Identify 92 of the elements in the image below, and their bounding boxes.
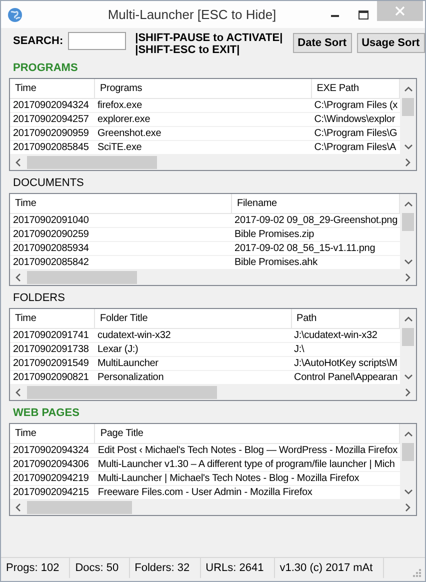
scroll-thumb[interactable] xyxy=(27,501,132,514)
down-chevron-icon[interactable] xyxy=(404,372,412,381)
down-chevron-icon[interactable] xyxy=(404,257,412,266)
list-cell[interactable]: 20170902085934 xyxy=(10,242,232,256)
column-header[interactable]: EXE Path xyxy=(311,79,400,98)
list-cell[interactable]: 2017-09-02 09_08_29-Greenshot.png xyxy=(232,214,400,228)
down-chevron-icon[interactable] xyxy=(404,487,412,496)
list-cell[interactable]: 20170902091741 xyxy=(10,328,94,342)
status-panel: Docs: 50 xyxy=(70,558,130,578)
list-cell[interactable]: 20170902091738 xyxy=(10,342,94,356)
list-cell[interactable]: J:\AutoHotKey scripts\M xyxy=(291,356,400,370)
list-cell[interactable]: 20170902094306 xyxy=(10,458,95,472)
window-title: Multi-Launcher [ESC to Hide] xyxy=(106,7,278,22)
up-chevron-icon[interactable] xyxy=(404,430,412,439)
vertical-scrollbar[interactable] xyxy=(400,194,416,270)
column-header[interactable]: Filename xyxy=(232,194,400,214)
list-cell[interactable]: J:\cudatext-win-x32 xyxy=(291,328,400,342)
list-cell[interactable]: C:\Windows\explor xyxy=(311,112,400,126)
list-cell[interactable]: J:\ xyxy=(291,342,400,356)
horizontal-scrollbar[interactable] xyxy=(10,385,416,400)
list-cell[interactable]: C:\Program Files\G xyxy=(311,126,400,140)
column-header[interactable]: Time xyxy=(10,309,94,328)
down-chevron-icon[interactable] xyxy=(404,142,412,151)
column-header[interactable]: Folder Title xyxy=(94,309,292,328)
list-cell[interactable]: Multi-Launcher | Michael's Tech Notes - Blog - Mozilla Firefox xyxy=(94,472,400,486)
right-chevron-icon[interactable] xyxy=(403,158,412,167)
list-cell[interactable]: 20170902094257 xyxy=(10,112,94,126)
maximize-icon xyxy=(358,10,368,20)
list-cell[interactable]: C:\Program Files (x xyxy=(311,98,400,112)
list-cell[interactable]: 20170902090259 xyxy=(10,228,232,242)
left-chevron-icon[interactable] xyxy=(14,158,23,167)
search-label: SEARCH: xyxy=(13,35,64,47)
column-header[interactable]: Page Title xyxy=(94,424,400,444)
list-cell[interactable]: firefox.exe xyxy=(94,98,312,112)
status-panel: URLs: 2641 xyxy=(200,558,275,578)
section-heading: PROGRAMS xyxy=(12,61,79,76)
list-cell[interactable]: Lexar (J:) xyxy=(94,342,292,356)
list-cell[interactable]: 20170902094219 xyxy=(10,472,95,486)
up-chevron-icon[interactable] xyxy=(404,315,412,324)
scroll-thumb[interactable] xyxy=(27,271,137,284)
up-chevron-icon[interactable] xyxy=(404,85,412,94)
close-icon xyxy=(395,6,405,16)
list-cell[interactable]: 20170902091549 xyxy=(10,356,94,370)
list-cell[interactable]: 2017-09-02 08_56_15-v1.11.png xyxy=(232,242,400,256)
horizontal-scrollbar[interactable] xyxy=(10,270,416,285)
section-heading: FOLDERS xyxy=(12,291,66,306)
hotkey-hint: |SHIFT-PAUSE to ACTIVATE| xyxy=(135,32,283,44)
column-header[interactable]: Time xyxy=(10,194,232,214)
scroll-thumb[interactable] xyxy=(402,443,414,461)
column-header[interactable]: Programs xyxy=(94,79,312,98)
status-panel: Progs: 102 xyxy=(1,558,70,578)
section-heading: WEB PAGES xyxy=(12,406,80,421)
right-chevron-icon[interactable] xyxy=(403,388,412,397)
right-chevron-icon[interactable] xyxy=(403,273,412,282)
scroll-thumb[interactable] xyxy=(402,328,414,346)
sort-button[interactable]: Date Sort xyxy=(292,33,352,53)
scroll-thumb[interactable] xyxy=(27,156,157,169)
section-heading: DOCUMENTS xyxy=(12,176,85,191)
list-cell[interactable]: 20170902090959 xyxy=(10,126,94,140)
sort-button[interactable]: Usage Sort xyxy=(356,33,425,53)
list-cell[interactable]: 20170902091040 xyxy=(10,214,232,228)
horizontal-scrollbar[interactable] xyxy=(10,155,416,170)
list-cell[interactable]: 20170902094324 xyxy=(10,98,94,112)
list-cell[interactable]: Edit Post ‹ Michael's Tech Notes - Blog — WordPress - Mozilla Firefox xyxy=(94,444,400,458)
list-cell[interactable]: 20170902094324 xyxy=(10,444,95,458)
list-cell[interactable]: explorer.exe xyxy=(94,112,312,126)
search-field[interactable] xyxy=(68,32,126,50)
resize-grip-icon[interactable] xyxy=(412,568,422,578)
horizontal-scrollbar[interactable] xyxy=(10,500,416,515)
up-chevron-icon[interactable] xyxy=(404,200,412,209)
list-cell[interactable]: cudatext-win-x32 xyxy=(94,328,292,342)
column-header[interactable]: Time xyxy=(10,424,95,444)
vertical-scrollbar[interactable] xyxy=(400,424,416,500)
left-chevron-icon[interactable] xyxy=(14,273,23,282)
left-chevron-icon[interactable] xyxy=(14,503,23,512)
list-cell[interactable]: Greenshot.exe xyxy=(94,126,312,140)
status-panel: Folders: 32 xyxy=(130,558,201,578)
column-header[interactable]: Time xyxy=(10,79,94,98)
globe-icon xyxy=(7,6,23,22)
list-cell[interactable]: Bible Promises.zip xyxy=(232,228,400,242)
scroll-thumb[interactable] xyxy=(402,98,414,116)
list-cell[interactable]: MultiLauncher xyxy=(94,356,292,370)
vertical-scrollbar[interactable] xyxy=(400,309,416,385)
right-chevron-icon[interactable] xyxy=(403,503,412,512)
column-header[interactable]: Path xyxy=(291,309,400,328)
scroll-thumb[interactable] xyxy=(402,213,414,231)
list-cell[interactable]: Multi-Launcher v1.30 – A different type of program/file launcher | Mich xyxy=(94,458,400,472)
status-panel: v1.30 (c) 2017 mAt xyxy=(274,558,384,578)
left-chevron-icon[interactable] xyxy=(14,388,23,397)
vertical-scrollbar[interactable] xyxy=(400,79,416,155)
scroll-thumb[interactable] xyxy=(27,386,217,399)
hotkey-hint: |SHIFT-ESC to EXIT| xyxy=(135,44,241,56)
